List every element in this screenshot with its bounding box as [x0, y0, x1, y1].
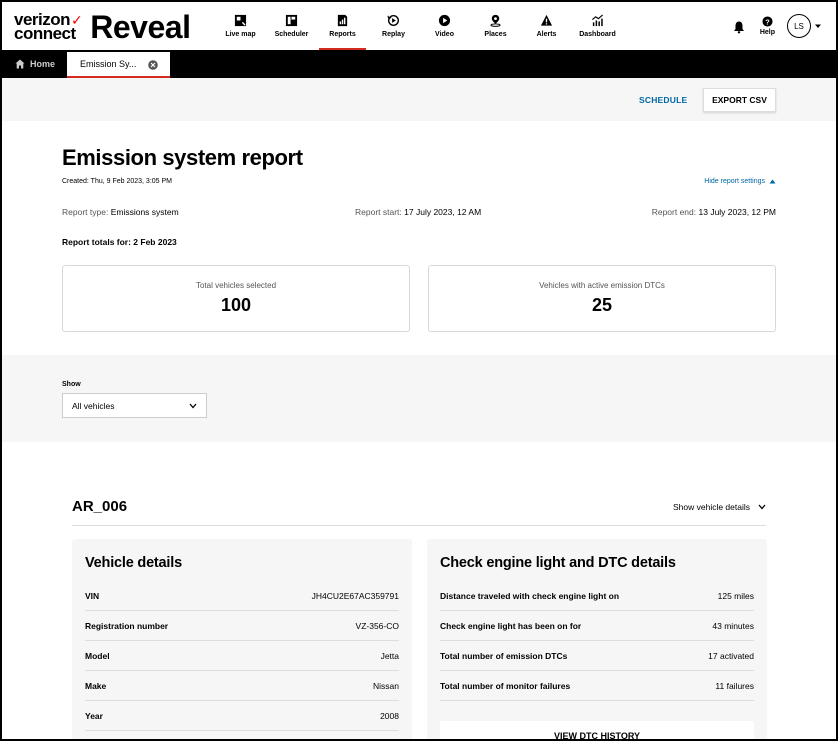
- export-csv-button[interactable]: EXPORT CSV: [703, 88, 776, 112]
- verizon-connect-reveal-logo[interactable]: verizon✓ connect Reveal: [14, 10, 191, 44]
- places-icon: [490, 14, 501, 27]
- replay-icon: [387, 14, 400, 27]
- view-dtc-history-button[interactable]: VIEW DTC HISTORY: [440, 721, 754, 739]
- stat-card-active-dtcs: Vehicles with active emission DTCs 25: [428, 265, 776, 332]
- vehicle-name: AR_006: [72, 498, 128, 515]
- nav-places[interactable]: Places: [470, 2, 521, 50]
- open-tabs-bar: Home Emission Sy...: [2, 50, 836, 78]
- main-nav: Live map Scheduler Reports Replay Video …: [215, 2, 623, 50]
- vehicle-details-title: Vehicle details: [85, 555, 182, 571]
- alerts-icon: [540, 14, 553, 26]
- divider: [72, 525, 766, 526]
- report-totals-heading: Report totals for: 2 Feb 2023: [62, 237, 177, 247]
- nav-reports[interactable]: Reports: [317, 2, 368, 50]
- scheduler-icon: [285, 14, 298, 27]
- chevron-down-icon: [189, 403, 197, 409]
- vehicle-details-panel: Vehicle details VIN JH4CU2E67AC359791 Reg…: [72, 539, 412, 739]
- dtc-details-title: Check engine light and DTC details: [440, 555, 676, 571]
- caret-up-icon: [769, 179, 776, 184]
- help-icon: ?: [762, 16, 773, 27]
- report-end: Report end: 13 July 2023, 12 PM: [651, 207, 776, 217]
- home-icon: [15, 59, 25, 69]
- filter-section: Show All vehicles: [2, 355, 836, 442]
- show-vehicle-details-toggle[interactable]: Show vehicle details: [673, 502, 766, 512]
- page-title: Emission system report: [62, 145, 303, 170]
- dtc-row-distance: Distance traveled with check engine ligh…: [440, 581, 754, 611]
- caret-down-icon[interactable]: [814, 22, 822, 30]
- nav-alerts[interactable]: Alerts: [521, 2, 572, 50]
- detail-row-model: Model Jetta: [85, 641, 399, 671]
- close-tab-icon[interactable]: [148, 60, 158, 70]
- notifications-bell-icon[interactable]: [732, 20, 746, 34]
- dtc-row-total-dtcs: Total number of emission DTCs 17 activate…: [440, 641, 754, 671]
- tab-home[interactable]: Home: [15, 50, 55, 78]
- video-icon: [438, 14, 451, 27]
- tab-emission-system-report[interactable]: Emission Sy...: [67, 52, 170, 78]
- dtc-details-panel: Check engine light and DTC details Dista…: [427, 539, 767, 739]
- nav-video[interactable]: Video: [419, 2, 470, 50]
- top-navigation: verizon✓ connect Reveal Live map Schedul…: [2, 2, 836, 50]
- chevron-down-icon: [758, 504, 766, 510]
- dashboard-icon: [592, 14, 603, 27]
- schedule-button[interactable]: SCHEDULE: [639, 95, 687, 105]
- reports-icon: [337, 14, 348, 27]
- nav-dashboard[interactable]: Dashboard: [572, 2, 623, 50]
- nav-scheduler[interactable]: Scheduler: [266, 2, 317, 50]
- report-action-bar: SCHEDULE EXPORT CSV: [2, 78, 836, 121]
- nav-live-map[interactable]: Live map: [215, 2, 266, 50]
- detail-row-registration: Registration number VZ-356-CO: [85, 611, 399, 641]
- show-filter-label: Show: [62, 381, 81, 388]
- dtc-row-duration: Check engine light has been on for 43 min…: [440, 611, 754, 641]
- detail-row-make: Make Nissan: [85, 671, 399, 701]
- stat-card-total-vehicles: Total vehicles selected 100: [62, 265, 410, 332]
- created-timestamp: Created: Thu, 9 Feb 2023, 3:05 PM: [62, 178, 172, 185]
- app-window: verizon✓ connect Reveal Live map Schedul…: [0, 0, 838, 741]
- detail-row-year: Year 2008: [85, 701, 399, 731]
- report-start: Report start: 17 July 2023, 12 AM: [355, 207, 482, 217]
- report-type: Report type: Emissions system: [62, 207, 179, 217]
- help-button[interactable]: ? Help: [760, 16, 775, 36]
- nav-replay[interactable]: Replay: [368, 2, 419, 50]
- show-vehicles-select[interactable]: All vehicles: [62, 393, 207, 418]
- dtc-row-monitor-failures: Total number of monitor failures 11 failu…: [440, 671, 754, 701]
- user-avatar[interactable]: LS: [787, 14, 811, 38]
- svg-text:?: ?: [765, 17, 770, 26]
- map-icon: [234, 14, 247, 27]
- detail-row-vin: VIN JH4CU2E67AC359791: [85, 581, 399, 611]
- hide-report-settings-link[interactable]: Hide report settings: [704, 178, 776, 185]
